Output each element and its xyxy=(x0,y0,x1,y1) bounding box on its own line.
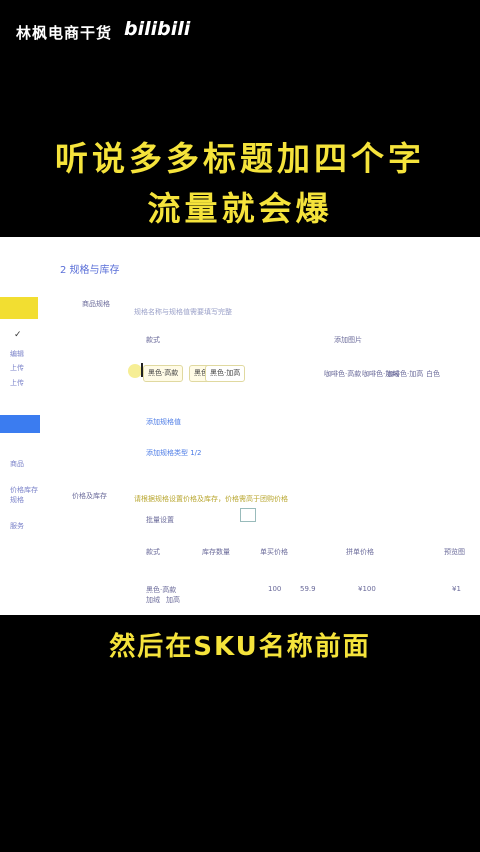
section-title: 2 规格与库存 xyxy=(60,265,120,276)
spec-chip[interactable]: 白色 xyxy=(426,369,440,379)
channel-name: 林枫电商干货 xyxy=(16,24,113,42)
table-cell[interactable]: 100 xyxy=(268,585,281,593)
spec-chip[interactable]: 咖啡色·高款 xyxy=(324,369,361,379)
sidebar-item[interactable]: 商品 xyxy=(10,459,24,469)
spec-chip[interactable]: 黑色·高款 xyxy=(143,365,184,382)
batch-input[interactable] xyxy=(240,508,256,522)
check-icon: ✓ xyxy=(14,330,22,340)
sidebar-item[interactable]: 规格 xyxy=(10,495,24,505)
sidebar-active-button[interactable] xyxy=(0,415,40,433)
click-indicator xyxy=(128,364,142,378)
sidebar-item[interactable]: 编辑 xyxy=(10,349,24,359)
add-spec-value-link[interactable]: 添加规格值 xyxy=(146,417,181,427)
spec-hint: 规格名称与规格值需要填写完整 xyxy=(134,308,232,316)
spec-label: 商品规格 xyxy=(82,300,110,308)
headline-line-1: 听说多多标题加四个字 xyxy=(55,139,425,178)
table-cell-sku: 黑色·高款 xyxy=(146,586,177,594)
sidebar-item[interactable]: 上传 xyxy=(10,363,24,373)
spec-chip[interactable]: 黑色·加高 xyxy=(205,365,246,382)
app-screenshot: 2 规格与库存 ✓ 编辑 上传 上传 商品 价格库存 规格 服务 商品规格 规格… xyxy=(0,237,480,615)
sidebar-item[interactable]: 上传 xyxy=(10,378,24,388)
sidebar-item[interactable]: 服务 xyxy=(10,521,24,531)
table-header: 单买价格 xyxy=(260,548,288,556)
headline-line-2: 流量就会爆 xyxy=(147,189,333,228)
table-cell[interactable]: 59.9 xyxy=(300,585,316,593)
table-cell[interactable]: ¥100 xyxy=(358,585,376,593)
spec-value-header: 添加图片 xyxy=(334,336,362,344)
price-hint: 请根据规格设置价格及库存，价格需高于团购价格 xyxy=(134,495,288,503)
sidebar-item[interactable]: 价格库存 xyxy=(10,485,38,495)
subtitle-caption: 然后在SKU名称前面 xyxy=(109,632,371,662)
spec-name-header: 款式 xyxy=(146,336,160,344)
add-spec-type-link[interactable]: 添加规格类型 1/2 xyxy=(146,448,202,458)
table-header: 款式 xyxy=(146,548,160,556)
sidebar-active-highlight xyxy=(0,297,38,319)
batch-set-label: 批量设置 xyxy=(146,516,174,524)
table-header: 预览图 xyxy=(444,548,465,556)
table-cell-sku-extra: 加绒 xyxy=(146,596,160,604)
bilibili-logo: bilibili xyxy=(124,18,191,40)
table-header: 拼单价格 xyxy=(346,548,374,556)
table-cell[interactable]: ¥1 xyxy=(452,585,461,593)
table-header: 库存数量 xyxy=(202,548,230,556)
table-cell-sku-extra: 加高 xyxy=(166,596,180,604)
price-label: 价格及库存 xyxy=(72,492,107,500)
spec-chip[interactable]: 咖啡色·加高 xyxy=(386,369,423,379)
